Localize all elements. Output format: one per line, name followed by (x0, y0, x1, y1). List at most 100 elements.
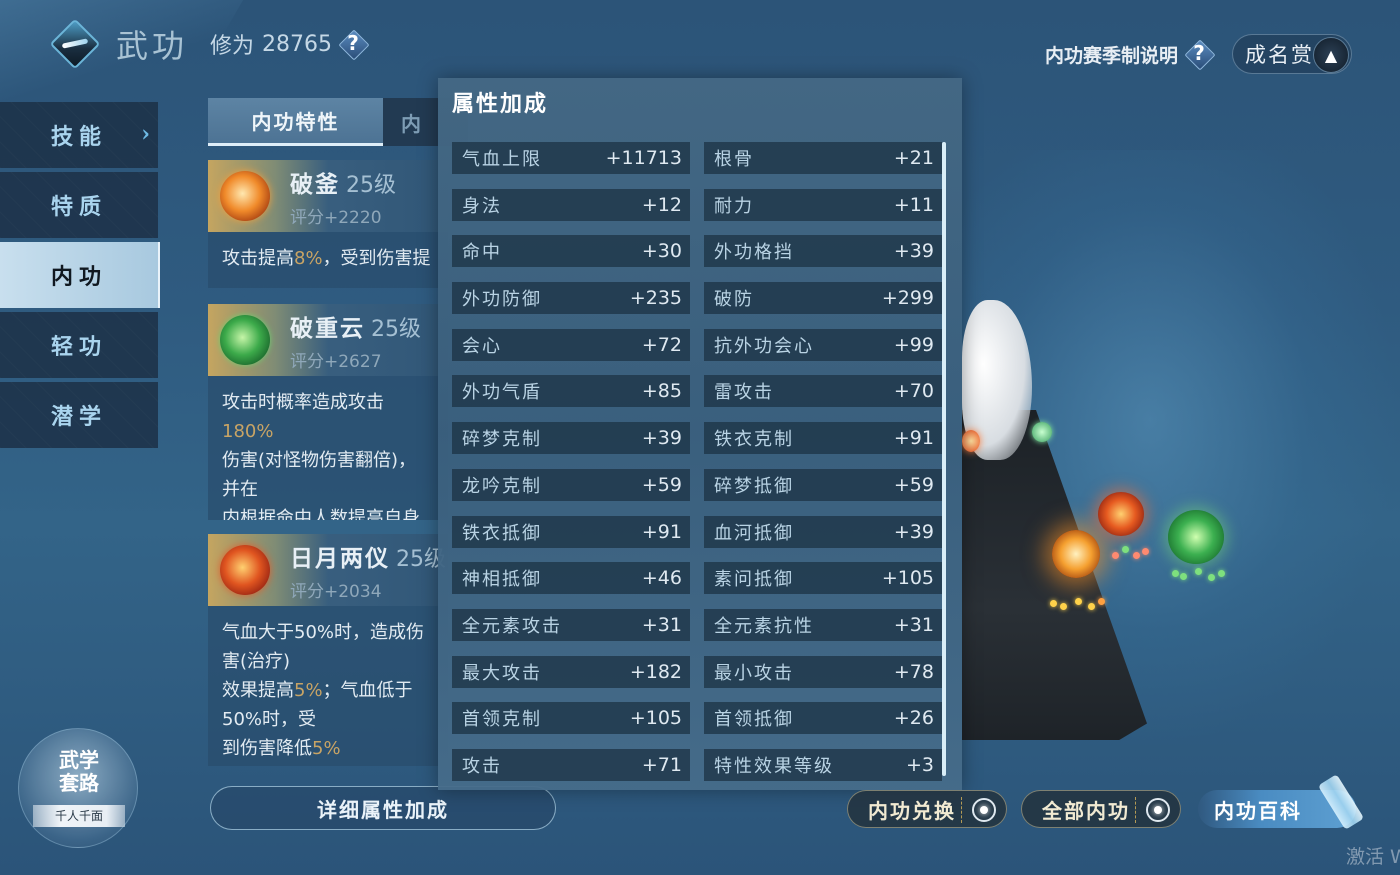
attribute-item: 全元素抗性 +31 (704, 608, 942, 641)
skill-score: 评分+2627 (290, 351, 382, 372)
attribute-row: 身法 +12 耐力 +11 (452, 188, 942, 221)
attribute-row: 外功气盾 +85 雷攻击 +70 (452, 375, 942, 408)
inner-skill-exchange-button[interactable]: 内功兑换 (847, 790, 1007, 828)
sidebar-item-traits[interactable]: 特质 (0, 172, 158, 238)
attribute-value: +39 (893, 240, 934, 263)
attribute-value: +26 (893, 707, 934, 730)
highlight-value: 5% (312, 738, 341, 759)
orb-dot (1050, 600, 1057, 607)
orb-dot (1088, 603, 1095, 610)
attribute-value: +91 (893, 427, 934, 450)
cultivation-display: 修为 28765 ? (210, 28, 368, 60)
attribute-name: 外功格挡 (714, 242, 794, 264)
cultivation-value: 28765 (262, 31, 333, 57)
attribute-value: +85 (641, 380, 682, 403)
target-ring-icon (1146, 798, 1170, 822)
attribute-item: 攻击 +71 (452, 748, 690, 781)
orb-dot (1133, 552, 1140, 559)
attribute-row: 会心 +72 抗外功会心 +99 (452, 328, 942, 361)
attribute-value: +78 (893, 660, 934, 683)
attribute-name: 铁衣抵御 (462, 522, 542, 544)
orb-dot (1060, 603, 1067, 610)
orb-small-orange-icon (962, 430, 980, 452)
attribute-item: 雷攻击 +70 (704, 375, 942, 408)
attribute-value: +46 (641, 567, 682, 590)
attribute-item: 首领抵御 +26 (704, 702, 942, 735)
tab-inner-traits[interactable]: 内功特性 (208, 98, 383, 146)
attribute-row: 龙吟克制 +59 碎梦抵御 +59 (452, 468, 942, 501)
attribute-value: +30 (641, 240, 682, 263)
skill-card[interactable]: 日月两仪 25级 评分+2034 气血大于50%时，造成伤害(治疗) 效果提高5… (208, 534, 448, 766)
orb-dot (1098, 598, 1105, 605)
attribute-item: 抗外功会心 +99 (704, 328, 942, 361)
martial-style-badge[interactable]: 武学 套路 千人千面 (18, 728, 138, 848)
season-rules-link[interactable]: 内功赛季制说明 ? (1045, 39, 1214, 69)
attribute-name: 耐力 (714, 195, 754, 217)
fame-reward-button[interactable]: 成名赏 ▲ (1232, 34, 1352, 74)
orb-dot (1208, 574, 1215, 581)
attribute-item: 特性效果等级 +3 (704, 748, 942, 781)
attribute-value: +182 (629, 660, 682, 683)
skill-name: 破釜 (290, 170, 340, 198)
attribute-name: 首领克制 (462, 709, 542, 731)
season-help-icon[interactable]: ? (1184, 39, 1214, 69)
attribute-value: +105 (881, 567, 934, 590)
skill-level: 25级 (371, 316, 421, 342)
attribute-value: +99 (893, 333, 934, 356)
attribute-value: +59 (641, 473, 682, 496)
skill-card[interactable]: 破重云 25级 评分+2627 攻击时概率造成攻击180% 伤害(对怪物伤害翻倍… (208, 304, 448, 520)
orb-green-crystal-icon (1168, 510, 1224, 564)
skill-card[interactable]: 破釜 25级 评分+2220 攻击提高8%，受到伤害提 (208, 160, 448, 288)
sidebar-item-latent-study[interactable]: 潜学 (0, 382, 158, 448)
sidebar-item-lightness-skill[interactable]: 轻功 (0, 312, 158, 378)
all-inner-skills-button[interactable]: 全部内功 (1021, 790, 1181, 828)
attribute-name: 碎梦克制 (462, 429, 542, 451)
attribute-row: 外功防御 +235 破防 +299 (452, 282, 942, 315)
attribute-row: 碎梦克制 +39 铁衣克制 +91 (452, 422, 942, 455)
orb-dot (1195, 568, 1202, 575)
attribute-name: 会心 (462, 335, 502, 357)
attribute-item: 龙吟克制 +59 (452, 468, 690, 501)
cultivation-help-icon[interactable]: ? (338, 29, 368, 59)
attribute-name: 攻击 (462, 755, 502, 777)
sidebar-item-skills[interactable]: 技能 › (0, 102, 158, 168)
attribute-name: 龙吟克制 (462, 475, 542, 497)
highlight-value: 5% (294, 680, 323, 701)
attribute-name: 身法 (462, 195, 502, 217)
attribute-name: 破防 (714, 289, 754, 311)
attribute-value: +11713 (605, 147, 682, 169)
attribute-name: 首领抵御 (714, 709, 794, 731)
attribute-item: 根骨 +21 (704, 142, 942, 174)
attribute-value: +70 (893, 380, 934, 403)
attribute-bonus-panel: 属性加成 气血上限 +11713 根骨 +21 身法 +12 耐力 +11 命中 +30 外功格挡 +… (438, 78, 962, 790)
attribute-value: +31 (641, 613, 682, 636)
attribute-item: 外功气盾 +85 (452, 375, 690, 408)
attribute-value: +12 (641, 193, 682, 216)
sword-orb-icon (220, 171, 270, 221)
attribute-value: +91 (641, 520, 682, 543)
attribute-value: +11 (893, 193, 934, 216)
attribute-value: +299 (881, 287, 934, 310)
attribute-value: +3 (905, 753, 934, 776)
sidebar-item-inner-skill[interactable]: 内功 (0, 242, 160, 308)
attribute-item: 耐力 +11 (704, 188, 942, 221)
inner-skill-encyclopedia-button[interactable]: 内功百科 (1198, 774, 1365, 830)
attribute-item: 会心 +72 (452, 328, 690, 361)
attribute-row: 命中 +30 外功格挡 +39 (452, 235, 942, 268)
fame-emblem-icon: ▲ (1313, 37, 1349, 73)
attribute-name: 碎梦抵御 (714, 475, 794, 497)
highlight-value: 8% (294, 248, 323, 269)
highlight-value: 180% (222, 421, 274, 442)
attribute-name: 全元素抗性 (714, 615, 814, 637)
fame-reward-label: 成名赏 (1245, 43, 1314, 67)
orb-dot (1142, 548, 1149, 555)
attribute-item: 最小攻击 +78 (704, 655, 942, 688)
attribute-name: 外功防御 (462, 289, 542, 311)
header: 武功 修为 28765 ? (48, 18, 368, 70)
attribute-scrollbar[interactable] (942, 142, 946, 776)
orb-small-green-icon (1032, 422, 1052, 442)
orb-dot (1180, 573, 1187, 580)
attribute-value: +39 (893, 520, 934, 543)
inner-skill-tabs: 内功特性 内 (208, 98, 468, 146)
attribute-item: 气血上限 +11713 (452, 142, 690, 174)
